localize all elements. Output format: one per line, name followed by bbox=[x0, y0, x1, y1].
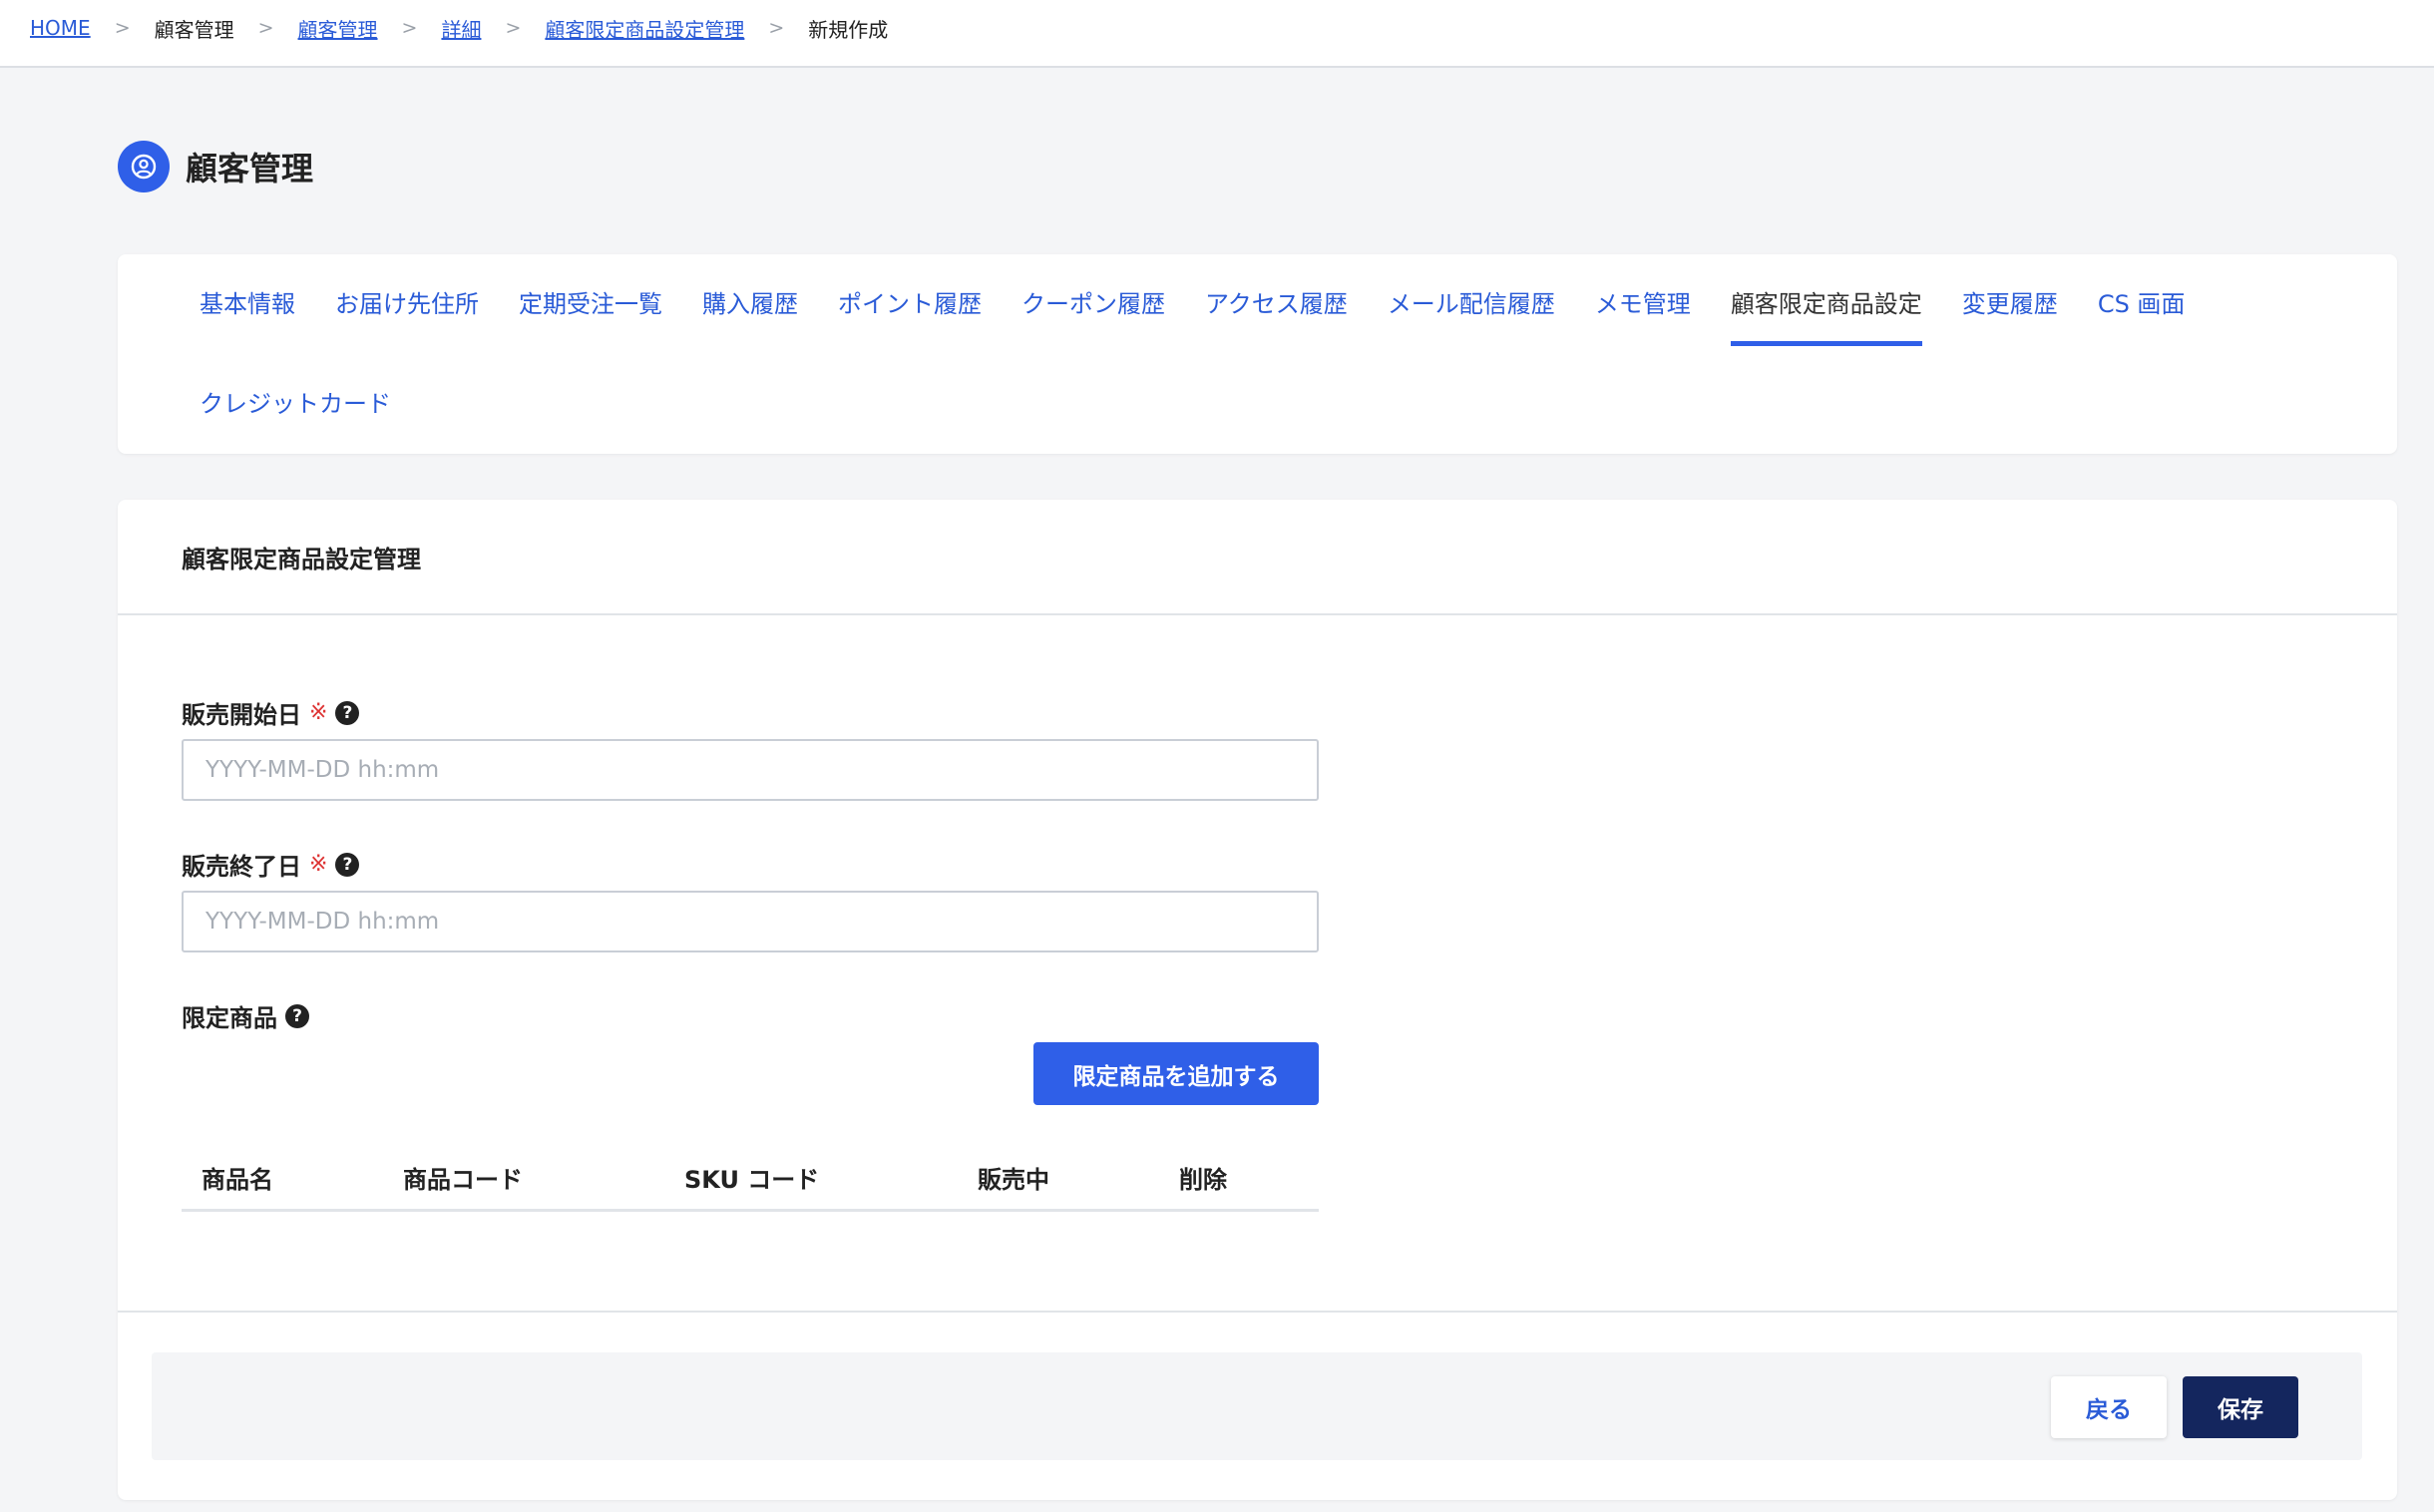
breadcrumb-separator: > bbox=[114, 17, 131, 39]
column-on-sale: 販売中 bbox=[978, 1166, 1049, 1194]
tab-customer-limited-products[interactable]: 顧客限定商品設定 bbox=[1730, 284, 1922, 346]
tab-coupon-history[interactable]: クーポン履歴 bbox=[1021, 284, 1165, 346]
column-sku-code: SKU コード bbox=[684, 1166, 820, 1194]
tab-subscription-orders[interactable]: 定期受注一覧 bbox=[519, 284, 662, 346]
tab-change-history[interactable]: 変更履歴 bbox=[1962, 284, 2058, 346]
breadcrumb-separator: > bbox=[505, 17, 522, 39]
required-mark: ※ bbox=[309, 852, 328, 877]
tab-point-history[interactable]: ポイント履歴 bbox=[838, 284, 982, 346]
limited-products-label-text: 限定商品 bbox=[182, 1004, 277, 1032]
breadcrumb-limited-product-settings-link[interactable]: 顧客限定商品設定管理 bbox=[545, 14, 744, 43]
breadcrumb: HOME > 顧客管理 > 顧客管理 > 詳細 > 顧客限定商品設定管理 > 新… bbox=[30, 12, 888, 44]
tab-purchase-history[interactable]: 購入履歴 bbox=[702, 284, 798, 346]
section-title: 顧客限定商品設定管理 bbox=[182, 546, 421, 573]
page-title: 顧客管理 bbox=[186, 150, 314, 188]
end-date-label-text: 販売終了日 bbox=[182, 853, 301, 881]
page-header: 顧客管理 bbox=[118, 140, 313, 193]
start-date-label: 販売開始日 ※ ? bbox=[182, 695, 360, 730]
tabs-card: 基本情報 お届け先住所 定期受注一覧 購入履歴 ポイント履歴 クーポン履歴 アク… bbox=[118, 254, 2397, 454]
tab-cs-screen[interactable]: CS 画面 bbox=[2098, 284, 2186, 346]
tab-mail-history[interactable]: メール配信履歴 bbox=[1388, 284, 1555, 346]
start-date-input[interactable] bbox=[182, 739, 1319, 801]
limited-products-label: 限定商品 ? bbox=[182, 998, 309, 1033]
column-delete: 削除 bbox=[1179, 1166, 1227, 1194]
tab-memo-management[interactable]: メモ管理 bbox=[1595, 284, 1691, 346]
save-button[interactable]: 保存 bbox=[2183, 1376, 2298, 1438]
help-icon[interactable]: ? bbox=[285, 1003, 309, 1028]
form-card: 顧客限定商品設定管理 販売開始日 ※ ? 販売終了日 ※ ? 限定商品 ? 限定… bbox=[118, 500, 2397, 1500]
end-date-label: 販売終了日 ※ ? bbox=[182, 847, 360, 882]
breadcrumb-customer-management-link[interactable]: 顧客管理 bbox=[298, 14, 378, 43]
product-table-header: 商品名 商品コード SKU コード 販売中 削除 bbox=[182, 1150, 1319, 1212]
tab-delivery-address[interactable]: お届け先住所 bbox=[335, 284, 479, 346]
user-circle-icon bbox=[118, 141, 170, 192]
tabs-row: 基本情報 お届け先住所 定期受注一覧 購入履歴 ポイント履歴 クーポン履歴 アク… bbox=[200, 284, 2225, 346]
breadcrumb-separator: > bbox=[257, 17, 274, 39]
top-bar: HOME > 顧客管理 > 顧客管理 > 詳細 > 顧客限定商品設定管理 > 新… bbox=[0, 0, 2434, 68]
help-icon[interactable]: ? bbox=[335, 700, 360, 725]
help-icon[interactable]: ? bbox=[335, 852, 360, 877]
breadcrumb-detail-link[interactable]: 詳細 bbox=[441, 14, 481, 43]
breadcrumb-separator: > bbox=[401, 17, 418, 39]
tab-credit-card[interactable]: クレジットカード bbox=[200, 384, 391, 446]
footer-divider bbox=[118, 1311, 2397, 1313]
breadcrumb-separator: > bbox=[768, 17, 785, 39]
add-limited-product-button[interactable]: 限定商品を追加する bbox=[1033, 1042, 1319, 1105]
column-product-name: 商品名 bbox=[202, 1166, 273, 1194]
tab-access-history[interactable]: アクセス履歴 bbox=[1205, 284, 1348, 346]
column-product-code: 商品コード bbox=[403, 1166, 523, 1194]
form-footer: 戻る 保存 bbox=[152, 1352, 2362, 1460]
start-date-label-text: 販売開始日 bbox=[182, 701, 301, 729]
back-button[interactable]: 戻る bbox=[2051, 1376, 2167, 1438]
tab-basic-info[interactable]: 基本情報 bbox=[200, 284, 295, 346]
end-date-input[interactable] bbox=[182, 891, 1319, 952]
tabs-row: クレジットカード bbox=[200, 384, 431, 446]
breadcrumb-current-new: 新規作成 bbox=[808, 17, 889, 42]
section-divider bbox=[118, 613, 2397, 615]
breadcrumb-customer-management: 顧客管理 bbox=[154, 17, 234, 42]
required-mark: ※ bbox=[309, 700, 328, 725]
breadcrumb-home-link[interactable]: HOME bbox=[30, 16, 91, 40]
